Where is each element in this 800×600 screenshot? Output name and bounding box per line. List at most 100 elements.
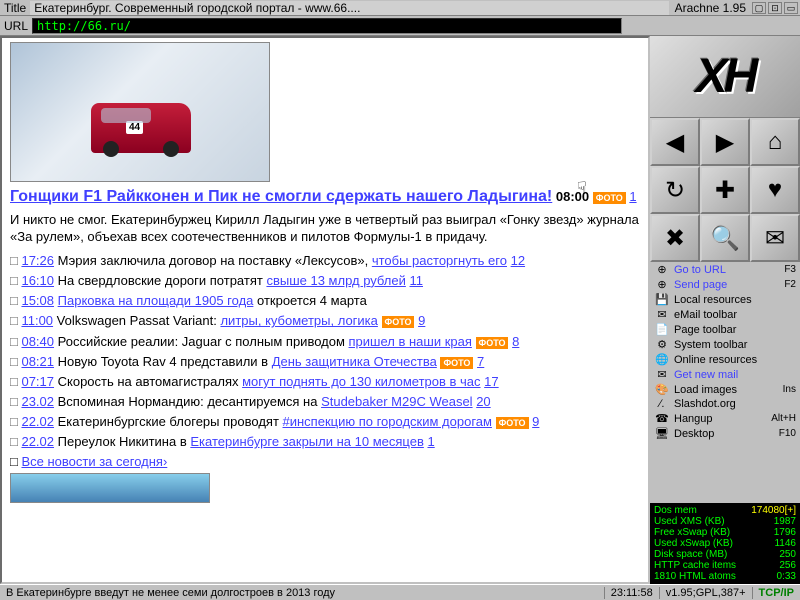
- menu-item[interactable]: 📄Page toolbar: [650, 322, 800, 337]
- news-link[interactable]: Екатеринбурге закрыли на 10 месяцев: [190, 434, 424, 449]
- window-btn-1[interactable]: ▢: [752, 2, 766, 14]
- stat-row: Used XMS (KB)1987: [652, 516, 798, 527]
- news-item: 15:08 Парковка на площади 1905 года откр…: [10, 292, 640, 310]
- menu-label: Get new mail: [670, 369, 796, 381]
- stat-key: Free xSwap (KB): [654, 527, 730, 538]
- news-count[interactable]: 20: [476, 394, 490, 409]
- status-message: В Екатеринбурге введут не менее семи дол…: [0, 587, 604, 599]
- reload-button[interactable]: ↻: [650, 166, 700, 214]
- news-count[interactable]: 7: [477, 354, 484, 369]
- news-count[interactable]: 11: [410, 273, 424, 288]
- menu-icon: ∕.: [654, 398, 670, 410]
- add-button[interactable]: ✚: [700, 166, 750, 214]
- window-title: Екатеринбург. Современный городской порт…: [30, 1, 668, 15]
- back-button[interactable]: ◀: [650, 118, 700, 166]
- menu-label: Go to URL: [670, 264, 784, 276]
- headline-time: 08:00: [556, 189, 589, 204]
- menu-label: Slashdot.org: [670, 398, 796, 410]
- news-item: 11:00 Volkswagen Passat Variant: литры, …: [10, 312, 640, 330]
- menu-item[interactable]: 🖥DesktopF10: [650, 426, 800, 441]
- mail-button[interactable]: ✉: [750, 214, 800, 262]
- news-link[interactable]: Парковка на площади 1905 года: [58, 293, 254, 308]
- news-item: 08:21 Новую Toyota Rav 4 представили в Д…: [10, 353, 640, 371]
- app-version: Arachne 1.95: [669, 1, 752, 15]
- stat-value: 250: [779, 549, 796, 560]
- news-count[interactable]: 8: [512, 334, 519, 349]
- news-time[interactable]: 22.02: [21, 434, 54, 449]
- window-btn-3[interactable]: ▭: [784, 2, 798, 14]
- news-count[interactable]: 1: [427, 434, 434, 449]
- menu-item[interactable]: ✉Get new mail: [650, 367, 800, 382]
- menu-shortcut: F10: [779, 428, 796, 439]
- photo-badge: ФОТО: [440, 357, 473, 369]
- news-link[interactable]: чтобы расторгнуть его: [372, 253, 507, 268]
- all-news-link[interactable]: Все новости за сегодня›: [21, 454, 167, 469]
- news-time[interactable]: 22.02: [21, 414, 54, 429]
- news-time[interactable]: 11:00: [21, 313, 53, 328]
- stat-row: Free xSwap (KB)1796: [652, 527, 798, 538]
- menu-item[interactable]: ⊕Go to URLF3: [650, 262, 800, 277]
- news-link[interactable]: литры, кубометры, логика: [220, 313, 377, 328]
- menu-item[interactable]: 🌐Online resources: [650, 352, 800, 367]
- stat-key: HTTP cache items: [654, 560, 736, 571]
- news-item: 07:17 Скорость на автомагистралях могут …: [10, 373, 640, 391]
- menu-icon: 🖥: [654, 427, 670, 440]
- news-time[interactable]: 23.02: [21, 394, 54, 409]
- stat-row: Disk space (MB) 250: [652, 549, 798, 560]
- news-link[interactable]: могут поднять до 130 километров в час: [242, 374, 480, 389]
- hero-image[interactable]: [10, 42, 270, 182]
- headline-link[interactable]: Гонщики F1 Райкконен и Пик не смогли сде…: [10, 188, 552, 205]
- news-link[interactable]: #инспекцию по городским дорогам: [283, 414, 492, 429]
- stop-button[interactable]: ✖: [650, 214, 700, 262]
- stat-value: 174080[+]: [751, 505, 796, 516]
- menu-item[interactable]: 💾Local resources: [650, 292, 800, 307]
- menu-label: Load images: [670, 384, 783, 396]
- app-logo: XH: [650, 36, 800, 118]
- menu-label: Desktop: [670, 428, 779, 440]
- forward-button[interactable]: ▶: [700, 118, 750, 166]
- menu-shortcut: Alt+H: [771, 413, 796, 424]
- news-time[interactable]: 15:08: [21, 293, 54, 308]
- news-item: 16:10 На свердловские дороги потратят св…: [10, 272, 640, 290]
- stat-value: 1146: [774, 538, 796, 549]
- stat-key: Used xSwap (KB): [654, 538, 733, 549]
- menu-item[interactable]: ∕.Slashdot.org: [650, 397, 800, 411]
- news-time[interactable]: 08:40: [21, 334, 54, 349]
- search-button[interactable]: 🔍: [700, 214, 750, 262]
- menu-item[interactable]: ✉eMail toolbar: [650, 307, 800, 322]
- menu-icon: 🌐: [654, 353, 670, 366]
- window-btn-2[interactable]: ⊡: [768, 2, 782, 14]
- title-label: Title: [0, 1, 30, 15]
- news-count[interactable]: 9: [532, 414, 539, 429]
- news-item: 17:26 Мэрия заключила договор на поставк…: [10, 252, 640, 270]
- menu-label: eMail toolbar: [670, 309, 796, 321]
- menu-item[interactable]: ☎HangupAlt+H: [650, 411, 800, 426]
- news-link[interactable]: свыше 13 млрд рублей: [266, 273, 405, 288]
- favorite-button[interactable]: ♥: [750, 166, 800, 214]
- status-clock: 23:11:58: [604, 587, 659, 599]
- news-count[interactable]: 9: [418, 313, 425, 328]
- lead-paragraph: И никто не смог. Екатеринбуржец Кирилл Л…: [10, 212, 640, 246]
- stat-key: Dos mem: [654, 505, 697, 516]
- footer-image[interactable]: [10, 473, 210, 503]
- headline-count[interactable]: 1: [629, 189, 636, 204]
- news-link[interactable]: пришел в наши края: [349, 334, 472, 349]
- news-time[interactable]: 07:17: [21, 374, 54, 389]
- news-link[interactable]: День защитника Отечества: [272, 354, 437, 369]
- news-time[interactable]: 08:21: [21, 354, 54, 369]
- home-button[interactable]: ⌂: [750, 118, 800, 166]
- photo-badge: ФОТО: [476, 337, 509, 349]
- news-count[interactable]: 17: [484, 374, 498, 389]
- news-link[interactable]: Studebaker M29C Weasel: [321, 394, 473, 409]
- url-input[interactable]: [32, 18, 622, 34]
- menu-item[interactable]: ⊕Send pageF2: [650, 277, 800, 292]
- stat-key: Disk space (MB): [654, 549, 727, 560]
- menu-item[interactable]: ⚙System toolbar: [650, 337, 800, 352]
- news-time[interactable]: 16:10: [21, 273, 54, 288]
- menu-item[interactable]: 🎨Load imagesIns: [650, 382, 800, 397]
- menu-label: System toolbar: [670, 339, 796, 351]
- stat-value: 256: [779, 560, 796, 571]
- menu-label: Hangup: [670, 413, 771, 425]
- news-count[interactable]: 12: [511, 253, 525, 268]
- news-time[interactable]: 17:26: [21, 253, 54, 268]
